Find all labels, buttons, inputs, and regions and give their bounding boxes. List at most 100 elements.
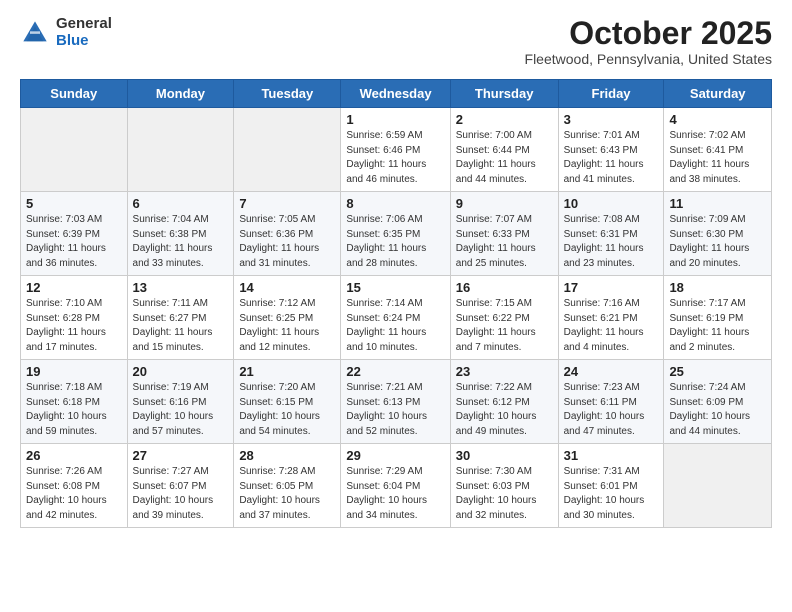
calendar-cell: 22Sunrise: 7:21 AM Sunset: 6:13 PM Dayli… [341,360,450,444]
cell-info: Sunrise: 7:20 AM Sunset: 6:15 PM Dayligh… [239,381,335,439]
cell-info: Sunrise: 7:15 AM Sunset: 6:22 PM Dayligh… [456,297,553,355]
cell-day-number: 17 [564,280,659,295]
calendar-title: October 2025 [525,16,772,51]
day-of-week-header: Sunday [21,80,128,108]
calendar-cell: 24Sunrise: 7:23 AM Sunset: 6:11 PM Dayli… [558,360,664,444]
day-of-week-header: Thursday [450,80,558,108]
calendar-week-row: 12 Sunrise: 7:10 AM Sunset: 6:28 PM Dayli… [21,276,772,360]
cell-info: Sunrise: 7:27 AM Sunset: 6:07 PM Dayligh… [133,465,229,523]
cell-info: Sunrise: 7:28 AM Sunset: 6:05 PM Dayligh… [239,465,335,523]
calendar-cell: 11 Sunrise: 7:09 AM Sunset: 6:30 PM Dayli… [664,192,772,276]
day-of-week-header: Tuesday [234,80,341,108]
calendar-cell: 17 Sunrise: 7:16 AM Sunset: 6:21 PM Dayli… [558,276,664,360]
page: General Blue October 2025 Fleetwood, Pen… [0,0,792,612]
calendar-cell: 13Sunrise: 7:11 AM Sunset: 6:27 PM Dayli… [127,276,234,360]
cell-day-number: 27 [133,448,229,463]
calendar-week-row: 1 Sunrise: 6:59 AM Sunset: 6:46 PM Daylig… [21,108,772,192]
logo-general: General [56,16,112,33]
cell-day-number: 21 [239,364,335,379]
cell-info: Sunrise: 7:17 AM Sunset: 6:19 PM Dayligh… [669,297,766,355]
logo: General Blue [20,16,112,49]
calendar-cell: 23Sunrise: 7:22 AM Sunset: 6:12 PM Dayli… [450,360,558,444]
cell-day-number: 1 [346,112,444,127]
cell-day-number: 10 [564,196,659,211]
cell-info: Sunrise: 7:24 AM Sunset: 6:09 PM Dayligh… [669,381,766,439]
cell-day-number: 4 [669,112,766,127]
calendar-header-row: SundayMondayTuesdayWednesdayThursdayFrid… [21,80,772,108]
calendar-cell: 21 Sunrise: 7:20 AM Sunset: 6:15 PM Dayli… [234,360,341,444]
calendar-cell: 14 Sunrise: 7:12 AM Sunset: 6:25 PM Dayli… [234,276,341,360]
cell-day-number: 30 [456,448,553,463]
calendar-week-row: 26Sunrise: 7:26 AM Sunset: 6:08 PM Dayli… [21,444,772,528]
cell-day-number: 13 [133,280,229,295]
cell-day-number: 28 [239,448,335,463]
calendar-cell [234,108,341,192]
calendar-cell: 2 Sunrise: 7:00 AM Sunset: 6:44 PM Daylig… [450,108,558,192]
day-of-week-header: Monday [127,80,234,108]
calendar-cell: 10 Sunrise: 7:08 AM Sunset: 6:31 PM Dayli… [558,192,664,276]
calendar-cell: 1 Sunrise: 6:59 AM Sunset: 6:46 PM Daylig… [341,108,450,192]
cell-day-number: 6 [133,196,229,211]
calendar-cell: 20 Sunrise: 7:19 AM Sunset: 6:16 PM Dayli… [127,360,234,444]
calendar-cell: 19 Sunrise: 7:18 AM Sunset: 6:18 PM Dayli… [21,360,128,444]
cell-info: Sunrise: 7:10 AM Sunset: 6:28 PM Dayligh… [26,297,122,355]
calendar-cell: 26Sunrise: 7:26 AM Sunset: 6:08 PM Dayli… [21,444,128,528]
cell-info: Sunrise: 7:12 AM Sunset: 6:25 PM Dayligh… [239,297,335,355]
cell-info: Sunrise: 7:30 AM Sunset: 6:03 PM Dayligh… [456,465,553,523]
calendar-cell: 15 Sunrise: 7:14 AM Sunset: 6:24 PM Dayli… [341,276,450,360]
cell-day-number: 8 [346,196,444,211]
cell-info: Sunrise: 7:07 AM Sunset: 6:33 PM Dayligh… [456,213,553,271]
cell-info: Sunrise: 7:31 AM Sunset: 6:01 PM Dayligh… [564,465,659,523]
cell-info: Sunrise: 7:16 AM Sunset: 6:21 PM Dayligh… [564,297,659,355]
calendar-cell: 30 Sunrise: 7:30 AM Sunset: 6:03 PM Dayli… [450,444,558,528]
cell-info: Sunrise: 7:03 AM Sunset: 6:39 PM Dayligh… [26,213,122,271]
cell-info: Sunrise: 7:14 AM Sunset: 6:24 PM Dayligh… [346,297,444,355]
day-of-week-header: Wednesday [341,80,450,108]
cell-day-number: 11 [669,196,766,211]
logo-text: General Blue [56,16,112,49]
cell-day-number: 16 [456,280,553,295]
calendar-cell: 18 Sunrise: 7:17 AM Sunset: 6:19 PM Dayli… [664,276,772,360]
cell-day-number: 14 [239,280,335,295]
calendar-subtitle: Fleetwood, Pennsylvania, United States [525,51,772,67]
cell-day-number: 25 [669,364,766,379]
calendar-cell [664,444,772,528]
cell-info: Sunrise: 7:09 AM Sunset: 6:30 PM Dayligh… [669,213,766,271]
cell-day-number: 24 [564,364,659,379]
calendar-cell: 31Sunrise: 7:31 AM Sunset: 6:01 PM Dayli… [558,444,664,528]
calendar-cell: 28 Sunrise: 7:28 AM Sunset: 6:05 PM Dayli… [234,444,341,528]
cell-info: Sunrise: 6:59 AM Sunset: 6:46 PM Dayligh… [346,129,444,187]
calendar-cell: 27 Sunrise: 7:27 AM Sunset: 6:07 PM Dayli… [127,444,234,528]
cell-day-number: 18 [669,280,766,295]
cell-info: Sunrise: 7:05 AM Sunset: 6:36 PM Dayligh… [239,213,335,271]
cell-info: Sunrise: 7:26 AM Sunset: 6:08 PM Dayligh… [26,465,122,523]
logo-blue: Blue [56,33,112,50]
calendar-cell: 6Sunrise: 7:04 AM Sunset: 6:38 PM Daylig… [127,192,234,276]
cell-day-number: 20 [133,364,229,379]
cell-day-number: 3 [564,112,659,127]
cell-day-number: 22 [346,364,444,379]
calendar-cell: 12 Sunrise: 7:10 AM Sunset: 6:28 PM Dayli… [21,276,128,360]
day-of-week-header: Friday [558,80,664,108]
calendar-cell: 16 Sunrise: 7:15 AM Sunset: 6:22 PM Dayli… [450,276,558,360]
cell-day-number: 2 [456,112,553,127]
cell-info: Sunrise: 7:08 AM Sunset: 6:31 PM Dayligh… [564,213,659,271]
cell-day-number: 7 [239,196,335,211]
cell-day-number: 9 [456,196,553,211]
cell-day-number: 29 [346,448,444,463]
cell-info: Sunrise: 7:06 AM Sunset: 6:35 PM Dayligh… [346,213,444,271]
cell-day-number: 19 [26,364,122,379]
cell-day-number: 12 [26,280,122,295]
day-of-week-header: Saturday [664,80,772,108]
cell-day-number: 15 [346,280,444,295]
cell-info: Sunrise: 7:00 AM Sunset: 6:44 PM Dayligh… [456,129,553,187]
logo-icon [20,18,50,48]
cell-info: Sunrise: 7:29 AM Sunset: 6:04 PM Dayligh… [346,465,444,523]
calendar-cell: 9 Sunrise: 7:07 AM Sunset: 6:33 PM Daylig… [450,192,558,276]
calendar-cell: 29 Sunrise: 7:29 AM Sunset: 6:04 PM Dayli… [341,444,450,528]
cell-info: Sunrise: 7:22 AM Sunset: 6:12 PM Dayligh… [456,381,553,439]
calendar-cell: 8 Sunrise: 7:06 AM Sunset: 6:35 PM Daylig… [341,192,450,276]
cell-info: Sunrise: 7:18 AM Sunset: 6:18 PM Dayligh… [26,381,122,439]
cell-info: Sunrise: 7:19 AM Sunset: 6:16 PM Dayligh… [133,381,229,439]
calendar-cell [127,108,234,192]
